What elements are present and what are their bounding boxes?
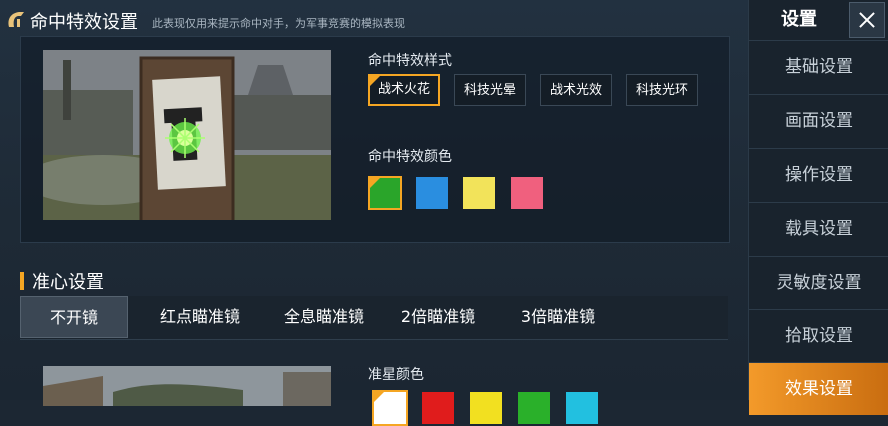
tab-3x-scope[interactable]: 3倍瞄准镜 bbox=[508, 296, 608, 338]
crosshair-color-swatch-cyan[interactable] bbox=[566, 392, 598, 424]
hit-effect-subtitle: 此表现仅用来提示命中对手，为军事竞赛的模拟表现 bbox=[152, 17, 405, 30]
style-option-label: 战术火花 bbox=[377, 82, 430, 97]
style-option-tactical-spark[interactable]: 战术火花 bbox=[368, 74, 440, 106]
sidebar-item-sensitivity[interactable]: 灵敏度设置 bbox=[749, 256, 888, 309]
selected-check-icon bbox=[368, 176, 382, 190]
crosshair-color-label: 准星颜色 bbox=[368, 367, 424, 383]
crosshair-preview-scene bbox=[43, 366, 331, 406]
crosshair-color-swatch-green[interactable] bbox=[518, 392, 550, 424]
hit-color-swatch-pink[interactable] bbox=[511, 177, 543, 209]
hit-effect-style-label: 命中特效样式 bbox=[368, 53, 452, 69]
hit-effect-title: 命中特效设置 bbox=[30, 12, 138, 33]
game-logo-icon bbox=[8, 12, 24, 27]
sidebar-item-graphics[interactable]: 画面设置 bbox=[749, 94, 888, 147]
style-option-tactical-light[interactable]: 战术光效 bbox=[540, 74, 612, 106]
tab-2x-scope[interactable]: 2倍瞄准镜 bbox=[388, 296, 488, 338]
crosshair-color-swatch-red[interactable] bbox=[422, 392, 454, 424]
selected-check-icon bbox=[368, 74, 382, 88]
settings-title: 设置 bbox=[781, 9, 817, 30]
sidebar-item-effects[interactable]: 效果设置 bbox=[749, 362, 888, 415]
sidebar-header: 设置 bbox=[749, 0, 888, 40]
crosshair-color-swatch-yellow[interactable] bbox=[470, 392, 502, 424]
hit-color-swatch-yellow[interactable] bbox=[463, 177, 495, 209]
preview-scene bbox=[43, 50, 331, 220]
style-option-label: 战术光效 bbox=[549, 83, 602, 98]
style-option-label: 科技光晕 bbox=[463, 83, 516, 98]
style-option-tech-halo[interactable]: 科技光晕 bbox=[454, 74, 526, 106]
style-option-label: 科技光环 bbox=[635, 83, 688, 98]
crosshair-title-marker bbox=[20, 272, 24, 290]
tab-holographic[interactable]: 全息瞄准镜 bbox=[264, 296, 384, 338]
sidebar-item-controls[interactable]: 操作设置 bbox=[749, 148, 888, 201]
style-option-tech-ring[interactable]: 科技光环 bbox=[626, 74, 698, 106]
crosshair-preview-image bbox=[43, 366, 331, 406]
crosshair-tab-bar: 不开镜 红点瞄准镜 全息瞄准镜 2倍瞄准镜 3倍瞄准镜 bbox=[20, 296, 728, 340]
settings-sidebar: 设置 基础设置 画面设置 操作设置 载具设置 灵敏度设置 拾取设置 效果设置 bbox=[748, 0, 888, 415]
tab-no-scope[interactable]: 不开镜 bbox=[20, 296, 128, 338]
main-panel: 命中特效设置 此表现仅用来提示命中对手，为军事竞赛的模拟表现 命中特效样式 战术… bbox=[0, 0, 748, 426]
sidebar-item-vehicle[interactable]: 载具设置 bbox=[749, 202, 888, 255]
selected-check-icon bbox=[372, 390, 386, 404]
hit-effect-color-label: 命中特效颜色 bbox=[368, 149, 452, 165]
crosshair-color-swatch-white[interactable] bbox=[372, 390, 408, 426]
close-button[interactable] bbox=[849, 2, 885, 38]
crosshair-title: 准心设置 bbox=[32, 272, 104, 293]
sidebar-item-basic[interactable]: 基础设置 bbox=[749, 40, 888, 93]
hit-effect-preview-image bbox=[43, 50, 331, 220]
hit-color-swatch-blue[interactable] bbox=[416, 177, 448, 209]
tab-red-dot[interactable]: 红点瞄准镜 bbox=[140, 296, 260, 338]
sidebar-item-pickup[interactable]: 拾取设置 bbox=[749, 309, 888, 362]
hit-color-swatch-green[interactable] bbox=[368, 176, 402, 210]
